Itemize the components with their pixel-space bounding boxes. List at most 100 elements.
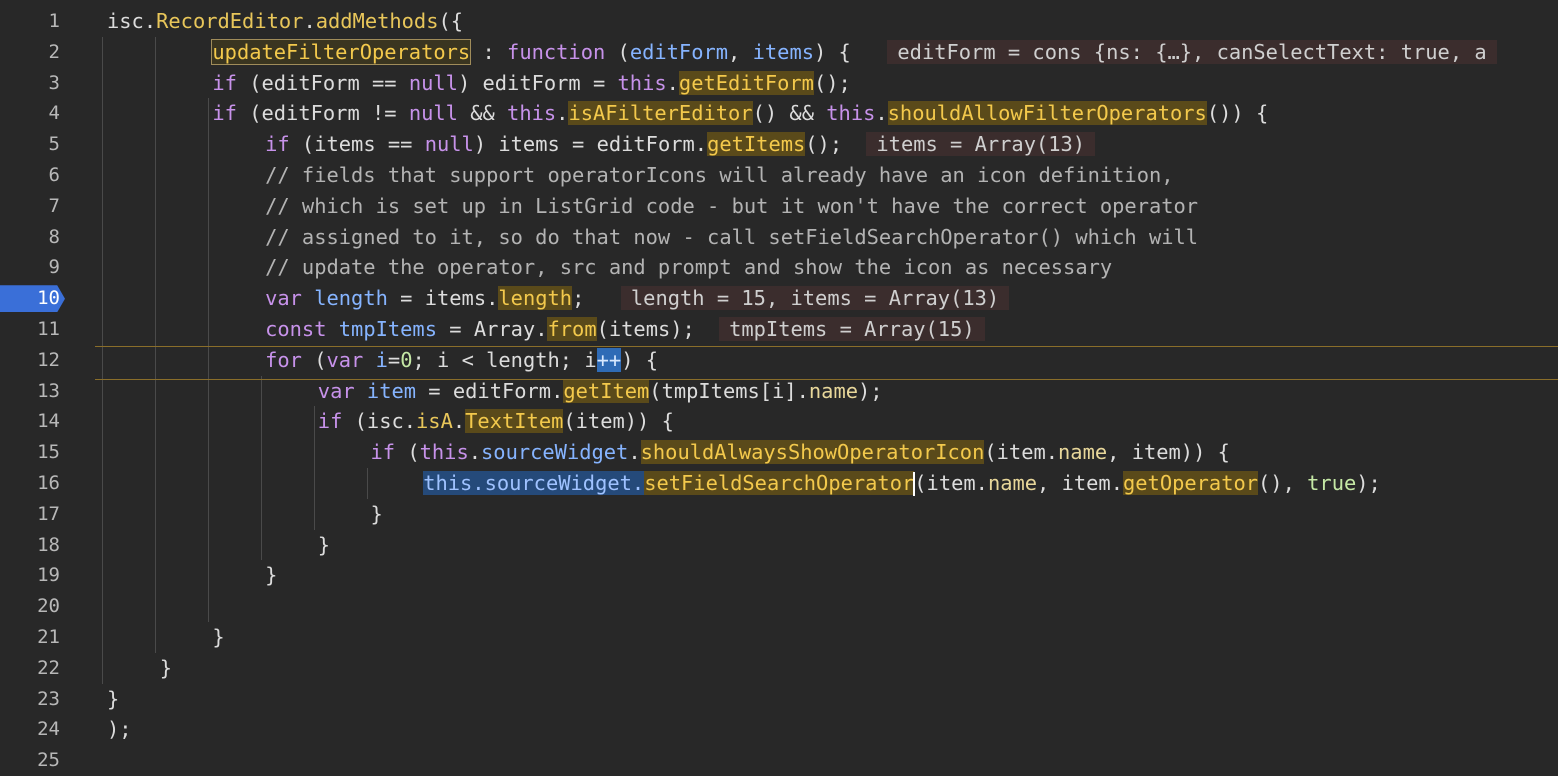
- code-line[interactable]: 20: [0, 591, 1558, 622]
- line-number[interactable]: 12: [0, 345, 64, 376]
- code-line[interactable]: 5 if (items == null) items = editForm.get…: [0, 129, 1558, 160]
- code-token: length: [498, 286, 573, 311]
- code-token: ) editForm =: [457, 70, 618, 95]
- code-token: .: [303, 9, 316, 33]
- line-number[interactable]: 24: [0, 714, 64, 745]
- indent-guide: [367, 468, 368, 499]
- line-number[interactable]: 22: [0, 653, 64, 684]
- line-number[interactable]: 21: [0, 622, 64, 653]
- code-token: .: [472, 471, 485, 495]
- code-token: ();: [805, 132, 855, 157]
- code-line[interactable]: 10 var length = items.length; length = 15…: [0, 283, 1558, 314]
- line-number[interactable]: 16: [0, 468, 64, 499]
- code-line[interactable]: 12 for (var i=0; i < length; i++) {: [0, 345, 1558, 376]
- indent-guide: [155, 36, 156, 653]
- code-line[interactable]: 14 if (isc.isA.TextItem(item)) {: [0, 406, 1558, 437]
- line-number[interactable]: 11: [0, 314, 64, 345]
- code-token: if: [370, 440, 396, 465]
- code-content: if (items == null) items = editForm.getI…: [265, 129, 1096, 160]
- code-line[interactable]: 15 if (this.sourceWidget.shouldAlwaysShow…: [0, 437, 1558, 468]
- code-token: name: [1058, 440, 1108, 465]
- code-token: }: [317, 532, 331, 557]
- code-token: if: [212, 70, 237, 95]
- line-number-label: 1: [48, 10, 60, 32]
- line-number[interactable]: 23: [0, 684, 64, 715]
- line-number-label: 7: [48, 194, 60, 217]
- code-content: );: [107, 714, 132, 745]
- code-line[interactable]: 18}: [0, 530, 1558, 561]
- code-line[interactable]: 21}: [0, 622, 1558, 653]
- line-number-label: 11: [37, 318, 60, 340]
- line-number-label: 13: [37, 379, 60, 402]
- code-line[interactable]: 17}: [0, 499, 1558, 530]
- line-number[interactable]: 6: [0, 160, 64, 191]
- line-number[interactable]: 8: [0, 222, 64, 253]
- code-line[interactable]: 19}: [0, 560, 1558, 591]
- line-number-label: 22: [37, 656, 60, 679]
- code-line[interactable]: 2 updateFilterOperators : function (editF…: [0, 37, 1558, 68]
- code-token: true: [1307, 471, 1357, 495]
- code-token: this: [419, 440, 469, 465]
- line-number[interactable]: 13: [0, 376, 64, 407]
- line-number[interactable]: 3: [0, 68, 64, 99]
- line-number[interactable]: 7: [0, 191, 64, 222]
- code-token: (tmpItems[i].: [649, 378, 809, 403]
- code-token: = Array.: [436, 317, 548, 341]
- code-content: const tmpItems = Array.from(items); tmpI…: [265, 314, 985, 345]
- code-token: shouldAllowFilterOperators: [887, 101, 1207, 126]
- code-line[interactable]: 6 // fields that support operatorIcons wi…: [0, 160, 1558, 191]
- line-number[interactable]: 9: [0, 252, 64, 283]
- code-token: this: [617, 70, 667, 95]
- line-number-label: 2: [48, 40, 60, 63]
- code-token: setFieldSearchOperator: [644, 471, 915, 495]
- line-number[interactable]: 2: [0, 37, 64, 68]
- code-line[interactable]: 8 // assigned to it, so do that now - cal…: [0, 222, 1558, 253]
- code-token: }: [370, 501, 383, 526]
- code-token: .: [452, 409, 466, 434]
- code-token: (: [395, 440, 420, 465]
- code-line[interactable]: 7 // which is set up in ListGrid code - b…: [0, 191, 1558, 222]
- code-line[interactable]: 23}: [0, 684, 1558, 715]
- code-token: length: [314, 286, 388, 311]
- code-line[interactable]: 9 // update the operator, src and prompt …: [0, 252, 1558, 283]
- line-number[interactable]: 17: [0, 499, 64, 530]
- line-number[interactable]: 18: [0, 530, 64, 561]
- code-token: if: [265, 132, 290, 157]
- line-number[interactable]: 1: [0, 6, 64, 37]
- code-token: .: [631, 471, 645, 495]
- code-token: function: [507, 39, 606, 64]
- line-number[interactable]: 25: [0, 745, 64, 776]
- code-token: ;: [572, 286, 609, 311]
- code-line[interactable]: 22}: [0, 653, 1558, 684]
- code-line[interactable]: 16 this.sourceWidget.setFieldSearchOperat…: [0, 468, 1558, 499]
- line-number-label: 6: [48, 164, 60, 186]
- code-line[interactable]: 3 if (editForm == null) editForm = this.g…: [0, 68, 1558, 99]
- line-number[interactable]: 10: [0, 283, 65, 314]
- code-token: :: [470, 39, 508, 64]
- code-token: this: [423, 471, 473, 495]
- code-line[interactable]: 25: [0, 745, 1558, 776]
- code-line[interactable]: 4 if (editForm != null && this.isAFilterE…: [0, 98, 1558, 129]
- code-token: getItem: [563, 378, 650, 403]
- code-line[interactable]: 13 var item = editForm.getItem(tmpItems[i…: [0, 376, 1558, 407]
- code-token: =: [387, 347, 401, 372]
- code-token: (isc.: [342, 409, 417, 434]
- code-token: &&: [457, 101, 508, 126]
- indent-guide: [208, 98, 209, 622]
- line-number[interactable]: 5: [0, 129, 64, 160]
- line-number-label: 21: [37, 626, 60, 648]
- code-editor[interactable]: 1 isc.RecordEditor.addMethods({ 2 updateFil…: [0, 0, 1558, 771]
- code-content: isc.RecordEditor.addMethods({: [107, 6, 463, 37]
- line-number[interactable]: 15: [0, 437, 64, 468]
- line-number[interactable]: 4: [0, 98, 64, 129]
- code-line[interactable]: 11 const tmpItems = Array.from(items); tm…: [0, 314, 1558, 345]
- line-number[interactable]: 14: [0, 406, 64, 437]
- code-token: (: [301, 347, 327, 372]
- code-token: updateFilterOperators: [211, 38, 472, 65]
- code-line[interactable]: 24);: [0, 714, 1558, 745]
- line-number[interactable]: 19: [0, 560, 64, 591]
- line-number[interactable]: 20: [0, 591, 64, 622]
- code-line[interactable]: 1 isc.RecordEditor.addMethods({: [0, 6, 1558, 37]
- code-token: }: [212, 625, 225, 649]
- code-token: = editForm.: [416, 378, 564, 403]
